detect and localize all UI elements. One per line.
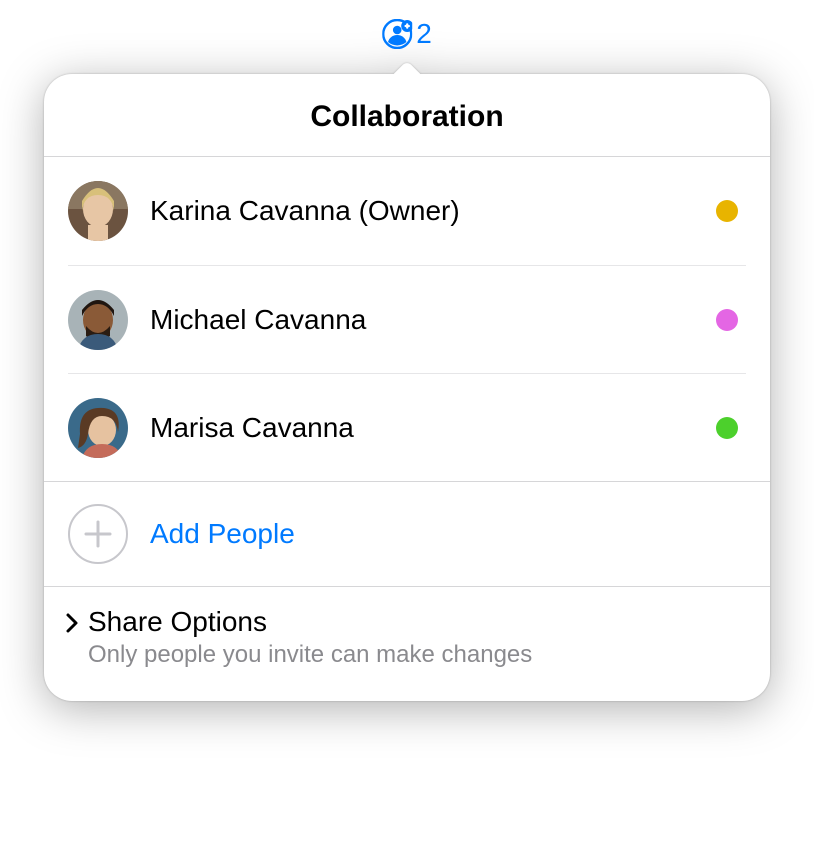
participant-list: Karina Cavanna (Owner) Michael Cavanna <box>44 157 770 482</box>
participant-name: Marisa Cavanna <box>150 412 716 444</box>
share-options-button[interactable]: Share Options Only people you invite can… <box>44 587 770 701</box>
avatar <box>68 398 128 458</box>
chevron-right-icon <box>62 611 82 640</box>
share-options-title: Share Options <box>88 605 532 639</box>
collaboration-popover: Collaboration Karina Cavanna (Owner) <box>44 74 770 701</box>
collaboration-count: 2 <box>416 18 432 50</box>
avatar <box>68 181 128 241</box>
participant-row[interactable]: Karina Cavanna (Owner) <box>68 157 746 265</box>
participant-row[interactable]: Michael Cavanna <box>68 265 746 373</box>
plus-icon <box>68 504 128 564</box>
participant-name: Karina Cavanna (Owner) <box>150 195 716 227</box>
add-people-button[interactable]: Add People <box>44 482 770 587</box>
avatar <box>68 290 128 350</box>
presence-dot <box>716 417 738 439</box>
add-people-label: Add People <box>150 518 295 550</box>
participant-name: Michael Cavanna <box>150 304 716 336</box>
popover-arrow <box>392 58 422 76</box>
participant-row[interactable]: Marisa Cavanna <box>68 373 746 481</box>
presence-dot <box>716 309 738 331</box>
collaboration-trigger[interactable]: 2 <box>382 18 432 50</box>
person-badge-icon <box>382 19 412 49</box>
presence-dot <box>716 200 738 222</box>
share-options-subtitle: Only people you invite can make changes <box>88 641 532 669</box>
